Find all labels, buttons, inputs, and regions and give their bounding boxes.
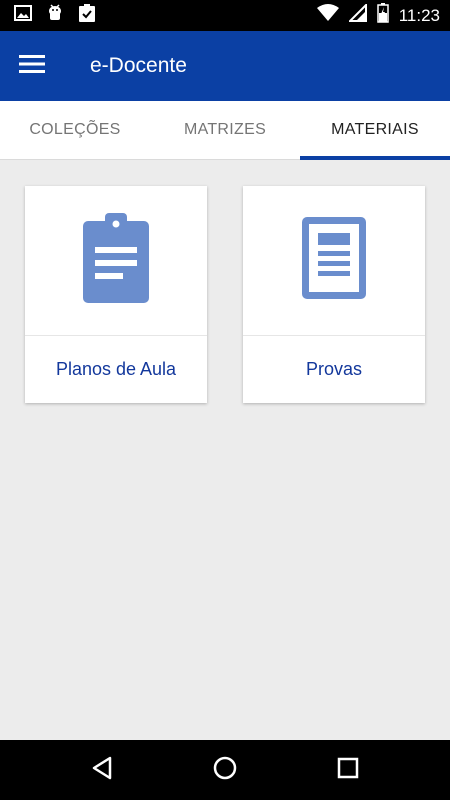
card-provas[interactable]: Provas (243, 186, 425, 403)
hamburger-menu-icon (19, 54, 45, 79)
signal-icon (347, 2, 367, 27)
tab-colecoes[interactable]: COLEÇÕES (0, 101, 150, 159)
home-button[interactable] (195, 740, 255, 800)
status-time: 11:23 (398, 5, 440, 25)
menu-button[interactable] (0, 31, 64, 101)
clipboard-icon (81, 211, 151, 310)
clipboard-check-icon (78, 3, 96, 28)
back-icon (91, 756, 113, 785)
recents-icon (337, 757, 359, 784)
recents-button[interactable] (318, 740, 378, 800)
card-icon-area (243, 186, 425, 336)
status-bar: 11:23 (0, 0, 450, 31)
navigation-bar (0, 740, 450, 800)
tab-matrizes[interactable]: MATRIZES (150, 101, 300, 159)
card-icon-area (25, 186, 207, 336)
tab-bar: COLEÇÕES MATRIZES MATERIAIS (0, 101, 450, 160)
card-label: Planos de Aula (55, 358, 177, 379)
document-icon (300, 215, 368, 306)
tab-materiais[interactable]: MATERIAIS (300, 101, 450, 160)
card-planos-de-aula[interactable]: Planos de Aula (25, 186, 207, 403)
back-button[interactable] (72, 740, 132, 800)
home-icon (213, 756, 237, 785)
app-title: e-Docente (90, 54, 187, 77)
card-label: Provas (305, 358, 363, 379)
android-debug-icon (46, 3, 64, 28)
battery-icon (376, 3, 389, 28)
app-bar: e-Docente (0, 31, 450, 101)
wifi-icon (316, 4, 339, 27)
image-icon (14, 5, 32, 26)
